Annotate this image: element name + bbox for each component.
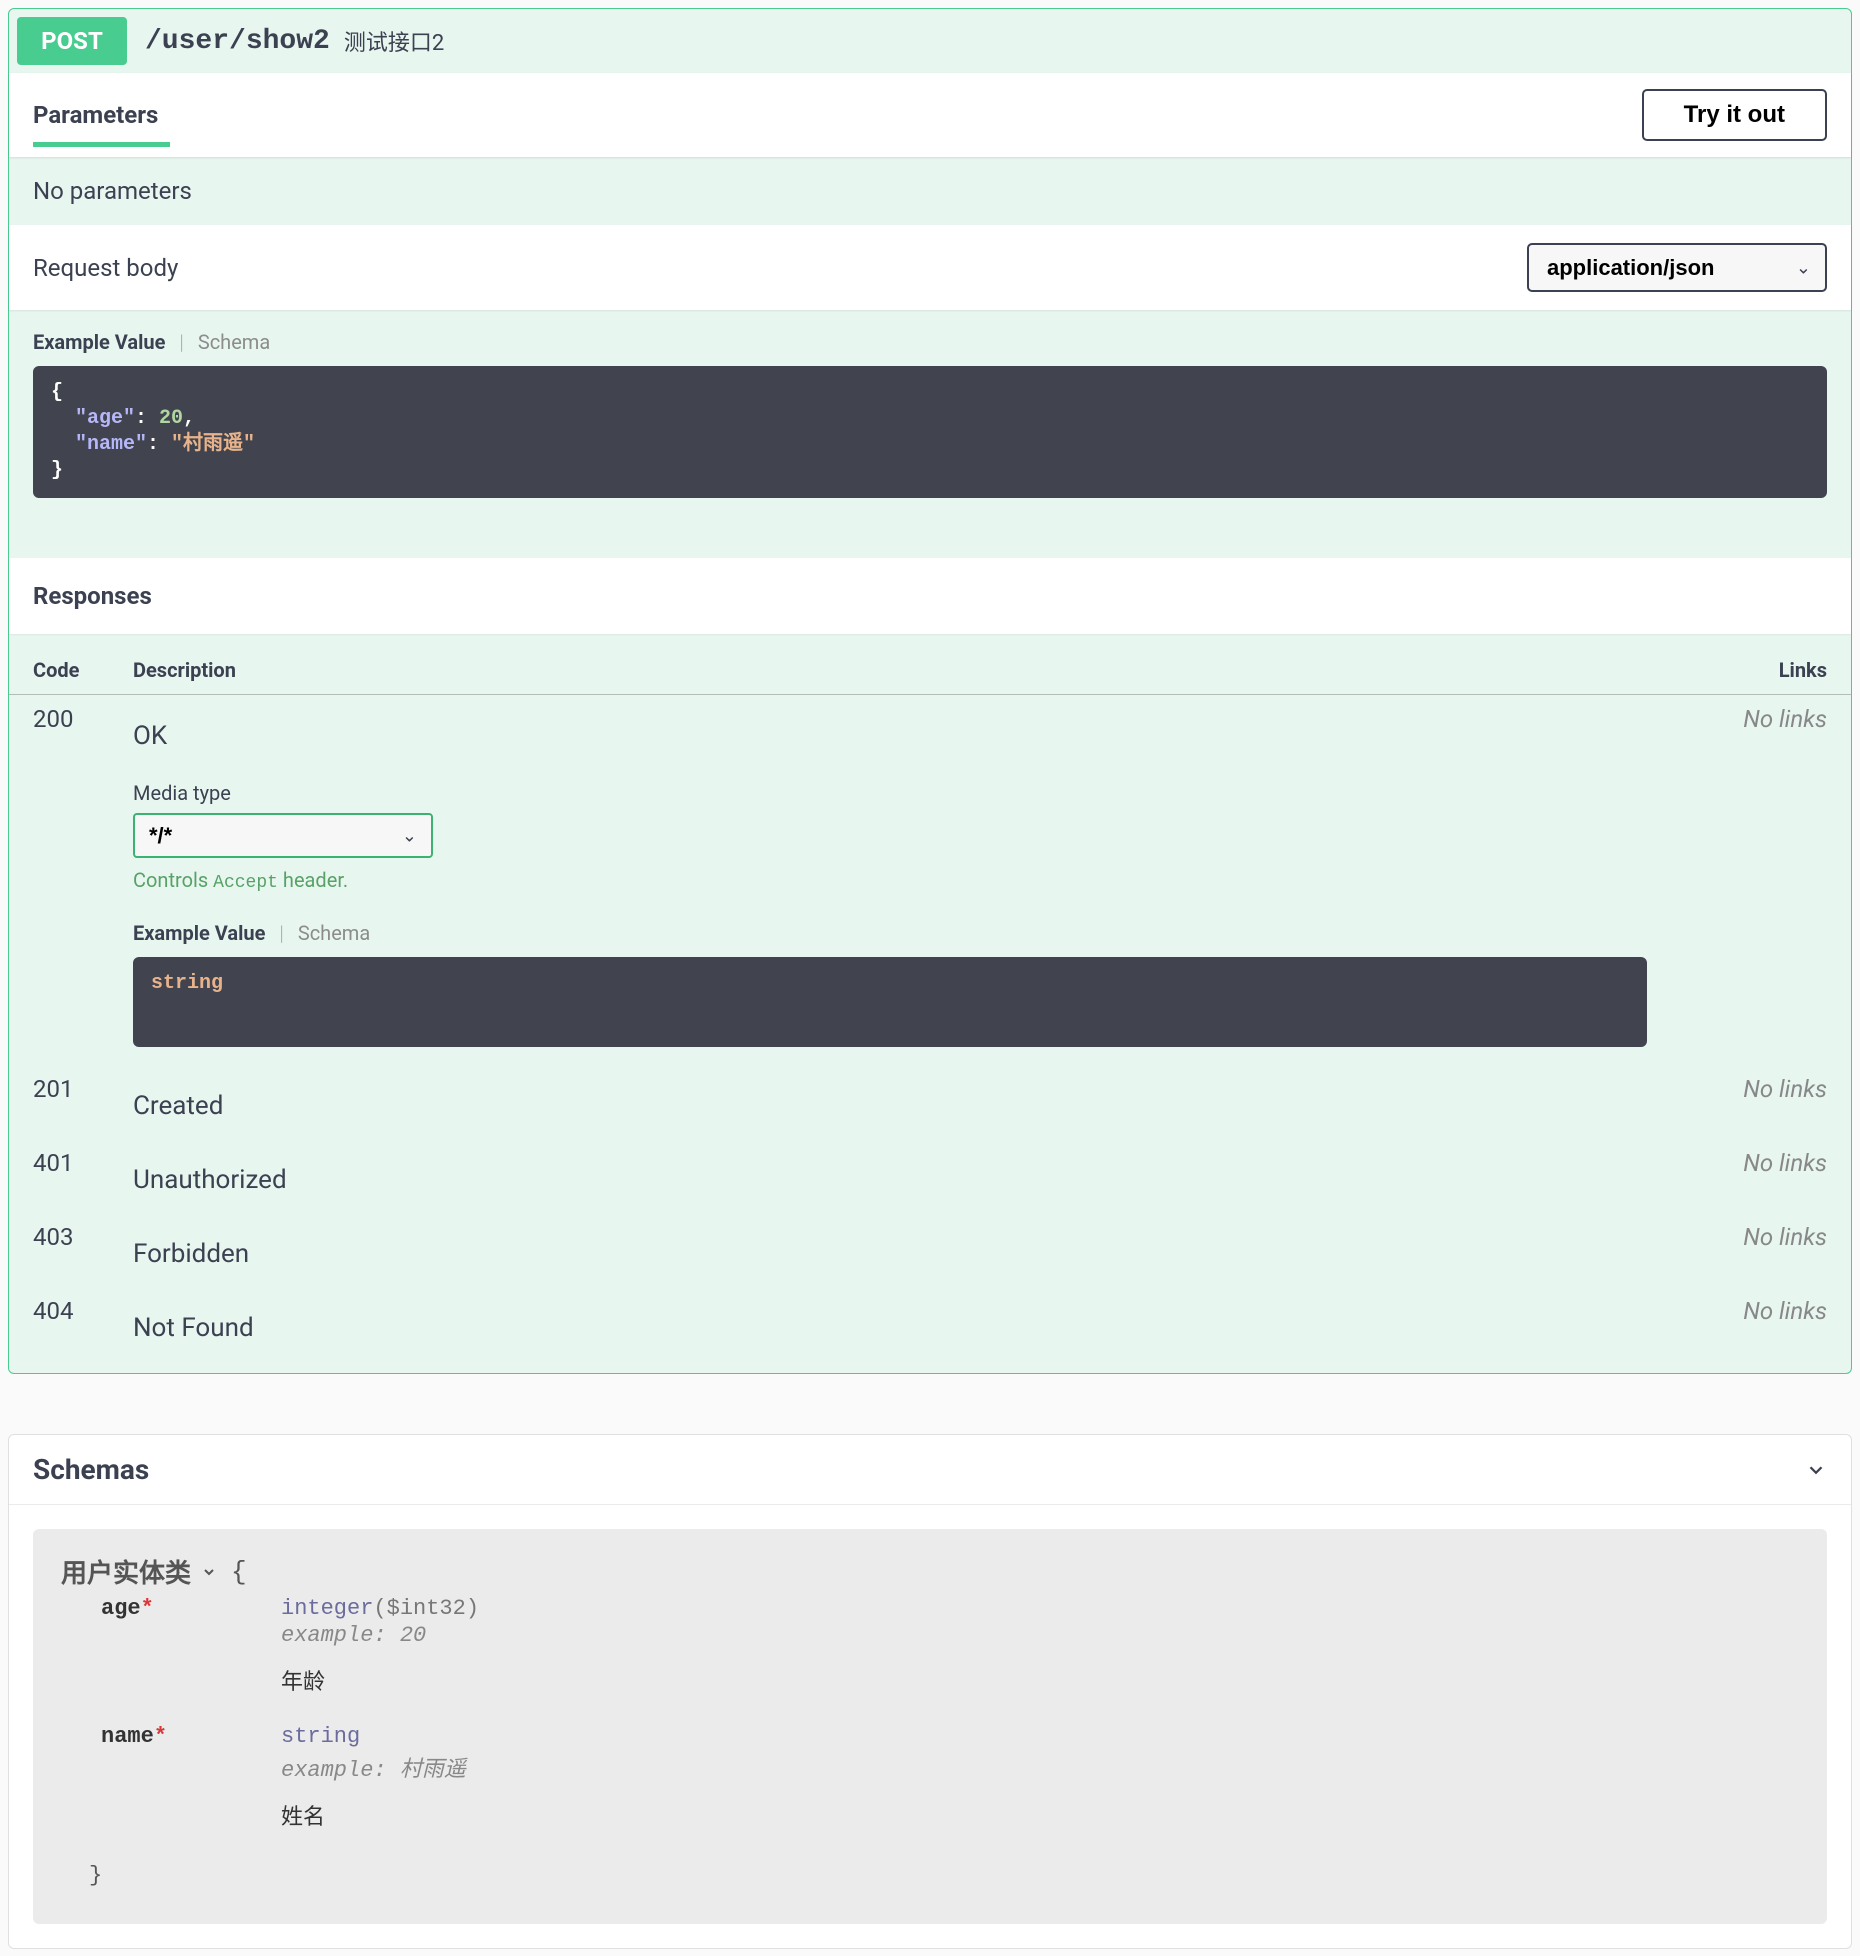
- response-code: 201: [9, 1065, 109, 1139]
- responses-header: Responses: [9, 558, 1851, 634]
- response-description: Forbidden: [109, 1213, 1671, 1287]
- open-brace: {: [231, 1557, 247, 1587]
- response-row: 401UnauthorizedNo links: [9, 1139, 1851, 1213]
- responses-title: Responses: [33, 582, 152, 610]
- parameters-tab[interactable]: Parameters: [33, 101, 158, 129]
- schema-tab[interactable]: Schema: [298, 921, 370, 945]
- response-description: Created: [109, 1065, 1671, 1139]
- model-name: 用户实体类: [61, 1553, 191, 1590]
- request-body-header: Request body application/json ⌄: [9, 225, 1851, 310]
- controls-accept-note: Controls Accept header.: [133, 868, 1647, 893]
- response-links: No links: [1671, 1213, 1851, 1287]
- response-code: 404: [9, 1287, 109, 1361]
- col-description: Description: [109, 634, 1671, 695]
- response-links: No links: [1671, 1139, 1851, 1213]
- response-row: 201CreatedNo links: [9, 1065, 1851, 1139]
- schemas-title: Schemas: [33, 1453, 149, 1486]
- close-brace: }: [61, 1863, 1799, 1888]
- property-detail: stringexample: 村雨遥姓名: [281, 1724, 466, 1853]
- no-parameters-text: No parameters: [33, 177, 192, 205]
- schemas-block: Schemas 用户实体类 { age*integer($int32)examp…: [8, 1434, 1852, 1949]
- example-schema-tabs: Example Value | Schema: [33, 330, 1827, 354]
- chevron-down-icon: [1805, 1459, 1827, 1481]
- media-type-label: Media type: [133, 781, 1647, 805]
- responses-table: Code Description Links 200OKMedia type*/…: [9, 634, 1851, 1361]
- response-description: Not Found: [109, 1287, 1671, 1361]
- model-property: age*integer($int32)example: 20年龄: [61, 1596, 1799, 1718]
- response-code: 403: [9, 1213, 109, 1287]
- operation-summary-text: 测试接口2: [344, 25, 444, 57]
- response-row: 403ForbiddenNo links: [9, 1213, 1851, 1287]
- property-name: name*: [101, 1724, 281, 1853]
- response-code: 401: [9, 1139, 109, 1213]
- try-it-out-button[interactable]: Try it out: [1642, 89, 1827, 141]
- operation-path: /user/show2: [145, 26, 330, 57]
- request-body-title: Request body: [33, 254, 178, 282]
- response-links: No links: [1671, 1287, 1851, 1361]
- schemas-body: 用户实体类 { age*integer($int32)example: 20年龄…: [9, 1505, 1851, 1948]
- chevron-down-icon: [201, 1564, 217, 1580]
- property-name: age*: [101, 1596, 281, 1718]
- model-property: name*stringexample: 村雨遥姓名: [61, 1724, 1799, 1853]
- response-code: 200: [9, 695, 109, 1066]
- operation-summary[interactable]: POST /user/show2 测试接口2: [9, 9, 1851, 73]
- col-links: Links: [1671, 634, 1851, 695]
- parameters-body: No parameters: [9, 157, 1851, 225]
- content-type-select[interactable]: application/json: [1527, 243, 1827, 292]
- operation-block: POST /user/show2 测试接口2 Parameters Try it…: [8, 8, 1852, 1374]
- example-schema-tabs: Example Value|Schema: [133, 921, 1647, 945]
- media-type-select[interactable]: */*: [133, 813, 433, 858]
- parameters-header: Parameters Try it out: [9, 73, 1851, 157]
- response-description: OKMedia type*/*⌄Controls Accept header.E…: [109, 695, 1671, 1066]
- request-body-example: { "age": 20, "name": "村雨遥" }: [33, 366, 1827, 498]
- response-links: No links: [1671, 695, 1851, 1066]
- schema-tab[interactable]: Schema: [198, 330, 270, 354]
- col-code: Code: [9, 634, 109, 695]
- response-row: 404Not FoundNo links: [9, 1287, 1851, 1361]
- example-value-tab[interactable]: Example Value: [33, 330, 165, 354]
- http-method-badge: POST: [17, 17, 127, 65]
- response-example: string: [133, 957, 1647, 1047]
- response-row: 200OKMedia type*/*⌄Controls Accept heade…: [9, 695, 1851, 1066]
- example-value-tab[interactable]: Example Value: [133, 921, 265, 945]
- model-box: 用户实体类 { age*integer($int32)example: 20年龄…: [33, 1529, 1827, 1924]
- response-links: No links: [1671, 1065, 1851, 1139]
- response-description: Unauthorized: [109, 1139, 1671, 1213]
- schemas-header[interactable]: Schemas: [9, 1435, 1851, 1505]
- request-body-section: Example Value | Schema { "age": 20, "nam…: [9, 310, 1851, 558]
- model-title-row[interactable]: 用户实体类 {: [61, 1553, 1799, 1590]
- property-detail: integer($int32)example: 20年龄: [281, 1596, 479, 1718]
